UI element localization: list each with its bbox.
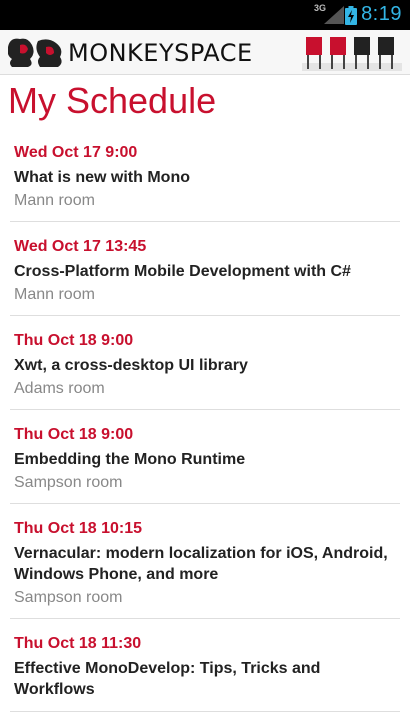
chairs-illustration bbox=[302, 37, 402, 71]
brand-logo-text: MONKEYSPACE bbox=[68, 39, 253, 67]
app-bar: MONKEYSPACE bbox=[0, 30, 410, 75]
signal-icon bbox=[324, 6, 344, 24]
clock: 8:19 bbox=[361, 3, 402, 25]
session-item[interactable]: Wed Oct 17 13:45 Cross-Platform Mobile D… bbox=[10, 232, 400, 316]
session-title: Effective MonoDevelop: Tips, Tricks and … bbox=[14, 660, 321, 698]
monkey-logo-icon[interactable] bbox=[8, 37, 64, 67]
session-room: Adams room bbox=[14, 380, 105, 397]
session-room: Mann room bbox=[14, 192, 95, 209]
session-time: Wed Oct 17 13:45 bbox=[14, 238, 147, 255]
session-time: Thu Oct 18 9:00 bbox=[14, 332, 134, 349]
session-time: Thu Oct 18 10:15 bbox=[14, 520, 143, 537]
session-item[interactable]: Thu Oct 18 9:00 Xwt, a cross-desktop UI … bbox=[10, 326, 400, 410]
session-item[interactable]: Wed Oct 17 9:00 What is new with Mono Ma… bbox=[10, 138, 400, 222]
session-room: Sampson room bbox=[14, 474, 123, 491]
session-room: Sampson room bbox=[14, 589, 123, 606]
session-item[interactable]: Thu Oct 18 11:30 Effective MonoDevelop: … bbox=[10, 629, 400, 712]
session-title: Xwt, a cross-desktop UI library bbox=[14, 357, 248, 374]
battery-icon bbox=[345, 6, 357, 25]
session-title: Vernacular: modern localization for iOS,… bbox=[14, 545, 388, 583]
session-list: Wed Oct 17 9:00 What is new with Mono Ma… bbox=[0, 138, 410, 722]
session-item[interactable]: Thu Oct 18 9:00 Embedding the Mono Runti… bbox=[10, 420, 400, 504]
session-time: Wed Oct 17 9:00 bbox=[14, 144, 138, 161]
page-title: My Schedule bbox=[8, 80, 217, 121]
session-time: Thu Oct 18 9:00 bbox=[14, 426, 134, 443]
session-room: Mann room bbox=[14, 286, 95, 303]
status-bar: 3G 8:19 bbox=[0, 0, 410, 30]
session-item[interactable]: Thu Oct 18 10:15 Vernacular: modern loca… bbox=[10, 514, 400, 619]
session-title: Cross-Platform Mobile Development with C… bbox=[14, 263, 351, 280]
session-title: What is new with Mono bbox=[14, 169, 190, 186]
session-time: Thu Oct 18 11:30 bbox=[14, 635, 142, 652]
session-title: Embedding the Mono Runtime bbox=[14, 451, 246, 468]
